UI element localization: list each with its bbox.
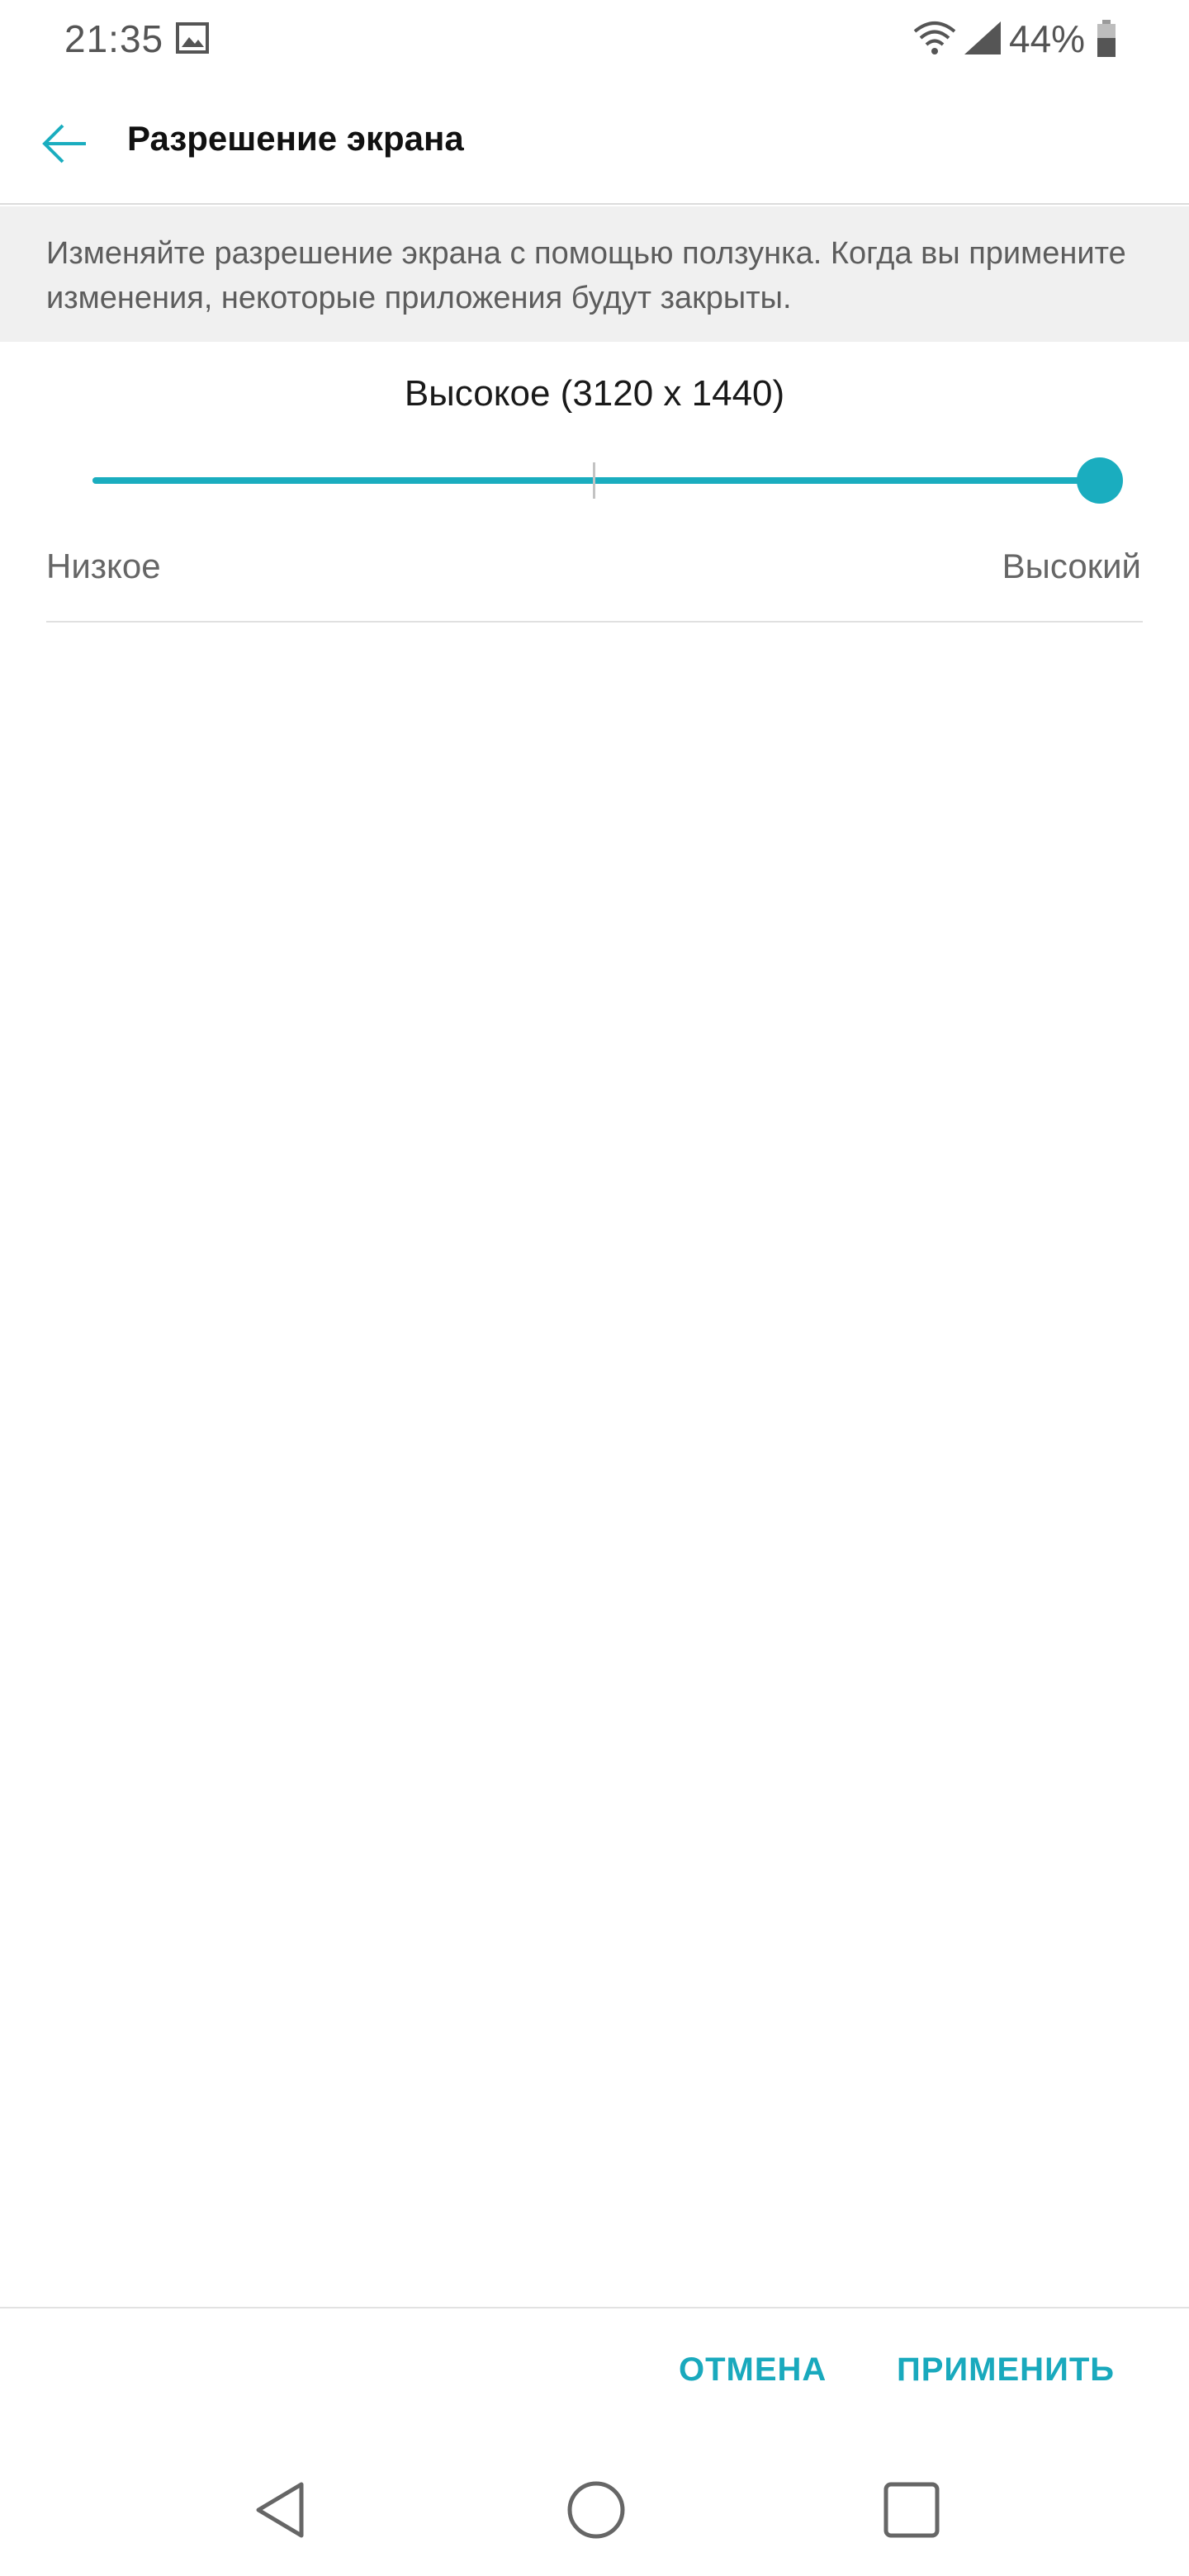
status-bar: 21:35 44% [0,0,1189,79]
home-circle-icon [567,2481,625,2539]
resolution-slider[interactable] [92,452,1123,509]
app-bar: Разрешение экрана [0,79,1189,205]
status-time: 21:35 [64,17,164,60]
slider-tick-middle [593,462,595,499]
arrow-left-icon [42,124,86,163]
back-triangle-icon [256,2482,304,2538]
navigation-bar [0,2444,1189,2576]
apply-button[interactable]: ПРИМЕНИТЬ [897,2351,1115,2389]
battery-percent: 44% [1009,17,1086,60]
slider-fill [92,477,1100,484]
slider-thumb[interactable] [1077,457,1123,504]
nav-recents-button[interactable] [870,2469,953,2551]
description-band: Изменяйте разрешение экрана с помощью по… [0,206,1189,342]
nav-home-button[interactable] [555,2469,637,2551]
action-bar-divider [0,2307,1189,2308]
back-button[interactable] [25,104,104,183]
battery-icon [1097,20,1116,58]
page-title: Разрешение экрана [127,119,464,158]
wifi-icon [912,18,958,58]
resolution-current-label: Высокое (3120 x 1440) [404,373,785,414]
slider-label-low: Низкое [46,547,161,585]
nav-back-button[interactable] [239,2469,322,2551]
signal-icon [963,20,1002,56]
gallery-icon [175,21,210,54]
slider-label-high: Высокий [1002,547,1141,585]
description-text: Изменяйте разрешение экрана с помощью по… [46,236,1126,315]
recents-square-icon [883,2482,940,2538]
cancel-button[interactable]: ОТМЕНА [679,2351,827,2389]
divider [46,621,1143,623]
